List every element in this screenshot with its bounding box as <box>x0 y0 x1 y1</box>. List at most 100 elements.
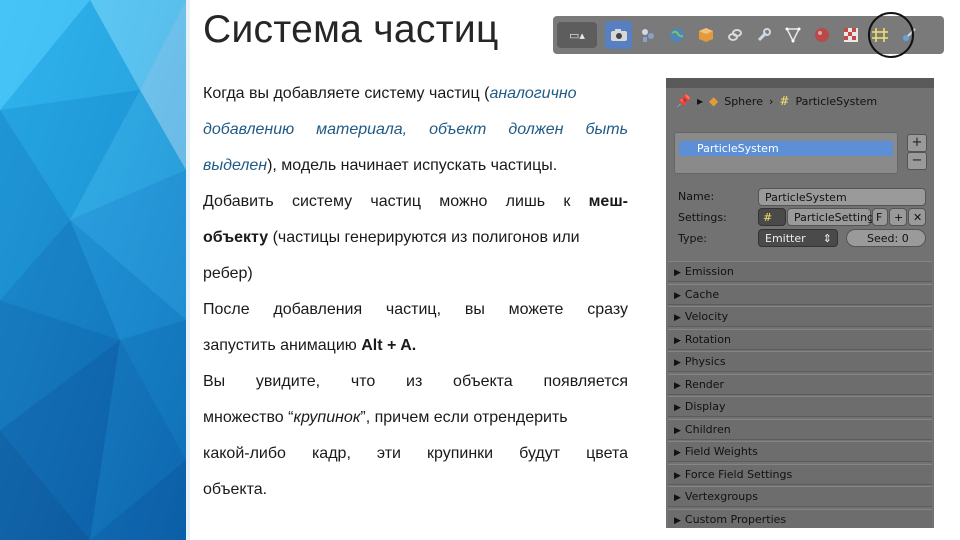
text-run: ), модель начинает испускать частицы. <box>267 157 558 174</box>
p1-line-1: Когда вы добавляете систему частиц (анал… <box>203 80 628 116</box>
seed-value: 0 <box>901 232 909 245</box>
text-run: множество “ <box>203 409 294 426</box>
settings-browse-icon[interactable]: # <box>758 208 786 226</box>
expand-arrow-icon: ▶ <box>674 516 681 526</box>
world-icon[interactable] <box>663 21 690 49</box>
settings-field[interactable]: ParticleSettings <box>787 208 880 226</box>
p1-line-2: добавлению материала, объект должен быть <box>203 121 628 138</box>
section-label: Emission <box>684 265 734 278</box>
bold-run: Alt + A. <box>361 337 417 354</box>
seed-label: Seed: <box>867 232 899 245</box>
p4-line-4: объекта. <box>203 481 268 498</box>
type-value: Emitter <box>765 232 806 245</box>
scene-icon[interactable] <box>634 21 661 49</box>
bold-run: объекту <box>203 229 269 246</box>
section-physics[interactable]: ▶ Physics <box>668 351 932 372</box>
settings-new-button[interactable]: + <box>889 208 907 226</box>
breadcrumb-separator-icon: › <box>768 94 774 108</box>
text-run: запустить анимацию <box>203 337 362 354</box>
type-dropdown[interactable]: Emitter ⇕ <box>758 229 838 247</box>
section-cache[interactable]: ▶ Cache <box>668 284 932 305</box>
section-label: Custom Properties <box>684 513 787 526</box>
section-rotation[interactable]: ▶ Rotation <box>668 329 932 350</box>
section-children[interactable]: ▶ Children <box>668 419 932 440</box>
editor-type-icon: ▭▴ <box>569 29 585 42</box>
section-velocity[interactable]: ▶ Velocity <box>668 306 932 327</box>
type-label: Type: <box>678 232 707 245</box>
slide-body: Когда вы добавляете систему частиц (анал… <box>203 80 628 512</box>
expand-arrow-icon: ▶ <box>674 471 681 481</box>
expand-arrow-icon: ▶ <box>674 426 681 436</box>
section-label: Children <box>684 423 731 436</box>
p2-line-1: Добавить систему частиц можно лишь к меш… <box>203 188 628 224</box>
dropdown-arrows-icon: ⇕ <box>822 232 832 245</box>
particle-system-list[interactable]: ParticleSystem <box>674 132 898 174</box>
section-label: Cache <box>684 288 720 301</box>
p4-line-3: какой-либо кадр, эти крупинки будут цвет… <box>203 445 628 462</box>
panel-header-strip <box>666 78 934 88</box>
editor-type-selector[interactable]: ▭▴ <box>557 22 597 48</box>
section-force-field-settings[interactable]: ▶ Force Field Settings <box>668 464 932 485</box>
breadcrumb-object[interactable]: Sphere <box>724 95 763 108</box>
particle-system-list-item[interactable]: ParticleSystem <box>679 141 893 156</box>
settings-fake-user-button[interactable]: F <box>872 208 888 226</box>
p2-line-2: объекту (частицы генерируются из полигон… <box>203 224 628 260</box>
expand-arrow-icon: ▶ <box>674 268 681 278</box>
section-label: Render <box>684 378 725 391</box>
section-field-weights[interactable]: ▶ Field Weights <box>668 441 932 462</box>
texture-icon[interactable] <box>837 21 864 49</box>
italic-run: крупинок <box>293 409 361 426</box>
settings-unlink-button[interactable]: ✕ <box>908 208 926 226</box>
section-emission[interactable]: ▶ Emission <box>668 261 932 282</box>
italic-run: аналогично <box>489 85 577 102</box>
text-run: ”, причем если отрендерить <box>360 409 568 426</box>
name-field[interactable]: ParticleSystem <box>758 188 926 206</box>
material-icon[interactable] <box>808 21 835 49</box>
triangle-pattern <box>0 0 186 540</box>
scene-crumb-icon: ▸ <box>696 94 703 108</box>
breadcrumb-system[interactable]: ParticleSystem <box>795 95 877 108</box>
pin-icon[interactable]: 📌 <box>676 94 691 108</box>
section-label: Physics <box>684 355 726 368</box>
section-label: Velocity <box>684 310 729 323</box>
seed-field[interactable]: Seed: 0 <box>846 229 926 247</box>
expand-arrow-icon: ▶ <box>674 381 681 391</box>
object-icon[interactable] <box>692 21 719 49</box>
modifiers-icon[interactable] <box>750 21 777 49</box>
section-render[interactable]: ▶ Render <box>668 374 932 395</box>
expand-arrow-icon: ▶ <box>674 448 681 458</box>
bold-run: меш- <box>588 193 628 210</box>
settings-label: Settings: <box>678 211 727 224</box>
particles-properties-panel: 📌 ▸ ◆ Sphere › # ParticleSystem Particle… <box>666 78 934 528</box>
expand-arrow-icon: ▶ <box>674 336 681 346</box>
text-run: Добавить систему частиц можно лишь к <box>203 193 589 210</box>
p4-line-2: множество “крупинок”, причем если отренд… <box>203 404 628 440</box>
particles-highlight-circle <box>868 12 914 58</box>
section-label: Rotation <box>684 333 731 346</box>
slide-title: Система частиц <box>203 8 499 51</box>
data-icon[interactable] <box>779 21 806 49</box>
add-particle-system-button[interactable]: + <box>907 134 927 152</box>
constraints-icon[interactable] <box>721 21 748 49</box>
decorative-triangle-panel <box>0 0 186 540</box>
render-icon[interactable] <box>605 21 632 49</box>
section-custom-properties[interactable]: ▶ Custom Properties <box>668 509 932 528</box>
section-display[interactable]: ▶ Display <box>668 396 932 417</box>
section-label: Display <box>684 400 726 413</box>
object-crumb-icon: ◆ <box>708 94 719 108</box>
p4-line-1: Вы увидите, что из объекта появляется <box>203 373 628 390</box>
p2-line-3: ребер) <box>203 265 253 282</box>
expand-arrow-icon: ▶ <box>674 358 681 368</box>
remove-particle-system-button[interactable]: − <box>907 152 927 170</box>
section-vertexgroups[interactable]: ▶ Vertexgroups <box>668 486 932 507</box>
name-label: Name: <box>678 190 715 203</box>
section-label: Vertexgroups <box>684 490 758 503</box>
expand-arrow-icon: ▶ <box>674 493 681 503</box>
particles-crumb-icon: # <box>779 94 790 108</box>
p1-line-3: выделен), модель начинает испускать част… <box>203 152 628 188</box>
p3-line-2: запустить анимацию Alt + A. <box>203 332 628 368</box>
text-run: Когда вы добавляете систему частиц ( <box>203 85 490 102</box>
expand-arrow-icon: ▶ <box>674 403 681 413</box>
section-label: Force Field Settings <box>684 468 793 481</box>
expand-arrow-icon: ▶ <box>674 313 681 323</box>
